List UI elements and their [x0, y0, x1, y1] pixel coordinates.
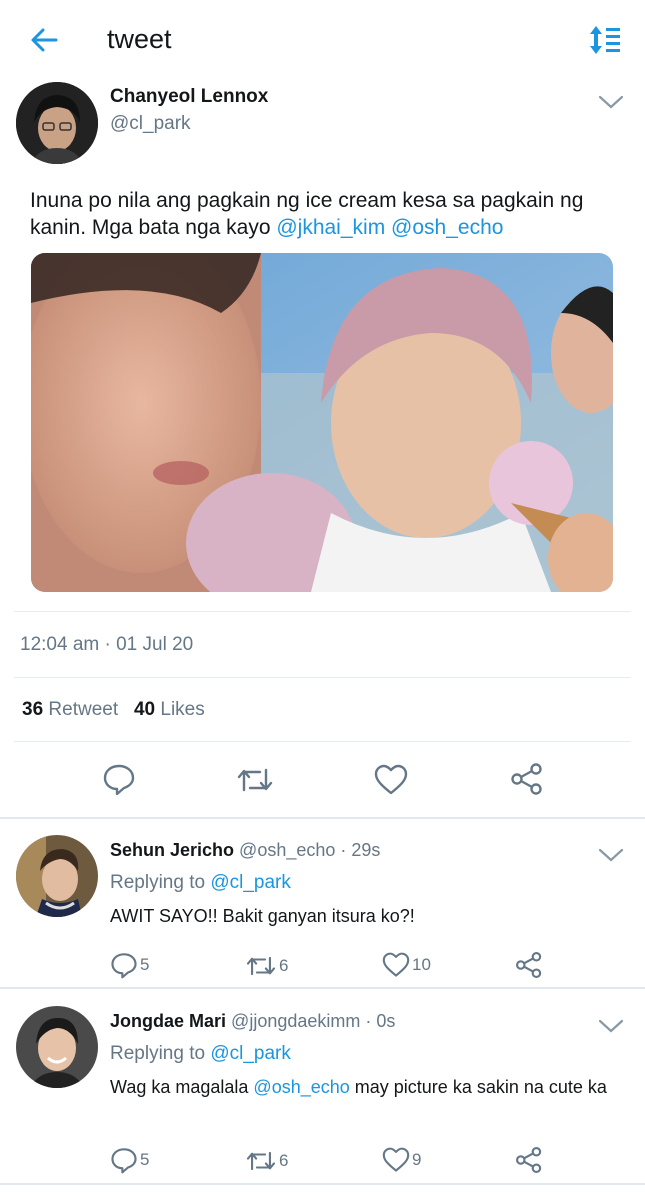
- reply-text: AWIT SAYO!! Bakit ganyan itsura ko?!: [110, 906, 415, 926]
- reply-button[interactable]: 5: [110, 951, 149, 979]
- reply-count: 5: [140, 1150, 150, 1169]
- heart-icon: [374, 764, 408, 795]
- retweet-icon: [246, 956, 276, 976]
- tweet-photo[interactable]: [31, 253, 613, 592]
- reply-text: Wag ka magalala @osh_echo may picture ka…: [110, 1075, 630, 1099]
- share-button[interactable]: [510, 762, 544, 796]
- reply-count: 5: [140, 955, 150, 974]
- retweet-icon: [246, 1151, 276, 1171]
- share-icon: [511, 763, 542, 795]
- retweet-label[interactable]: Retweet: [48, 699, 118, 720]
- reply-meta: @osh_echo · 29s: [239, 840, 381, 860]
- like-count: 10: [412, 955, 431, 974]
- reply-author-name[interactable]: Sehun Jericho: [110, 840, 234, 860]
- heart-icon: [382, 1147, 410, 1172]
- divider: [0, 987, 645, 989]
- tweet-stats: 36 Retweet 40 Likes: [22, 699, 205, 721]
- share-button[interactable]: [515, 1146, 543, 1174]
- reply-text-start: Wag ka magalala: [110, 1077, 249, 1097]
- divider: [0, 817, 645, 819]
- retweet-count: 6: [279, 956, 289, 975]
- like-button[interactable]: 9: [382, 1147, 421, 1173]
- retweet-icon: [237, 768, 273, 792]
- reply-header: Sehun Jericho @osh_echo · 29s: [110, 840, 380, 861]
- divider: [14, 611, 631, 612]
- like-button[interactable]: 10: [382, 952, 431, 978]
- reply-avatar[interactable]: [16, 835, 98, 917]
- mention-link[interactable]: @osh_echo: [391, 216, 503, 239]
- share-icon: [515, 1146, 542, 1174]
- chevron-down-icon[interactable]: [598, 846, 624, 864]
- tweet-text: Inuna po nila ang pagkain ng ice cream k…: [30, 187, 620, 241]
- retweet-button[interactable]: 6: [245, 1148, 288, 1174]
- retweet-count[interactable]: 36: [22, 699, 43, 720]
- author-name[interactable]: Chanyeol Lennox: [110, 86, 268, 108]
- author-avatar[interactable]: [16, 82, 98, 164]
- retweet-button[interactable]: [236, 764, 274, 796]
- divider: [14, 677, 631, 678]
- reply-meta: @jjongdaekimm · 0s: [231, 1011, 396, 1031]
- share-button[interactable]: [515, 951, 543, 979]
- reply-avatar[interactable]: [16, 1006, 98, 1088]
- back-arrow-icon[interactable]: [26, 22, 62, 58]
- top-bar: tweet: [0, 0, 645, 78]
- chevron-down-icon[interactable]: [598, 1017, 624, 1035]
- replying-to: Replying to @cl_park: [110, 872, 291, 894]
- reply-button[interactable]: [102, 762, 136, 796]
- replying-to: Replying to @cl_park: [110, 1043, 291, 1065]
- reply-icon: [103, 764, 135, 796]
- page-title: tweet: [107, 24, 172, 54]
- mention-link[interactable]: @osh_echo: [253, 1077, 349, 1097]
- mention-link[interactable]: @jkhai_kim: [276, 216, 385, 239]
- reply-text-end: may picture ka sakin na cute ka: [354, 1077, 607, 1097]
- divider: [14, 741, 631, 742]
- replying-label: Replying to: [110, 1043, 206, 1064]
- like-count: 9: [412, 1150, 422, 1169]
- reply-header: Jongdae Mari @jjongdaekimm · 0s: [110, 1011, 395, 1032]
- retweet-button[interactable]: 6: [245, 953, 288, 979]
- reply-author-name[interactable]: Jongdae Mari: [110, 1011, 226, 1031]
- like-count[interactable]: 40: [134, 699, 155, 720]
- tweet-timestamp: 12:04 am · 01 Jul 20: [20, 634, 194, 655]
- author-handle[interactable]: @cl_park: [110, 113, 191, 135]
- replying-handle[interactable]: @cl_park: [210, 872, 291, 893]
- chevron-down-icon[interactable]: [598, 93, 624, 111]
- divider: [0, 1183, 645, 1185]
- sort-icon[interactable]: [586, 24, 624, 56]
- replying-handle[interactable]: @cl_park: [210, 1043, 291, 1064]
- like-button[interactable]: [374, 764, 408, 796]
- reply-button[interactable]: 5: [110, 1146, 149, 1174]
- like-label[interactable]: Likes: [160, 699, 204, 720]
- reply-icon: [111, 1148, 137, 1174]
- heart-icon: [382, 952, 410, 977]
- replying-label: Replying to: [110, 872, 206, 893]
- retweet-count: 6: [279, 1151, 289, 1170]
- share-icon: [515, 951, 542, 979]
- reply-icon: [111, 953, 137, 979]
